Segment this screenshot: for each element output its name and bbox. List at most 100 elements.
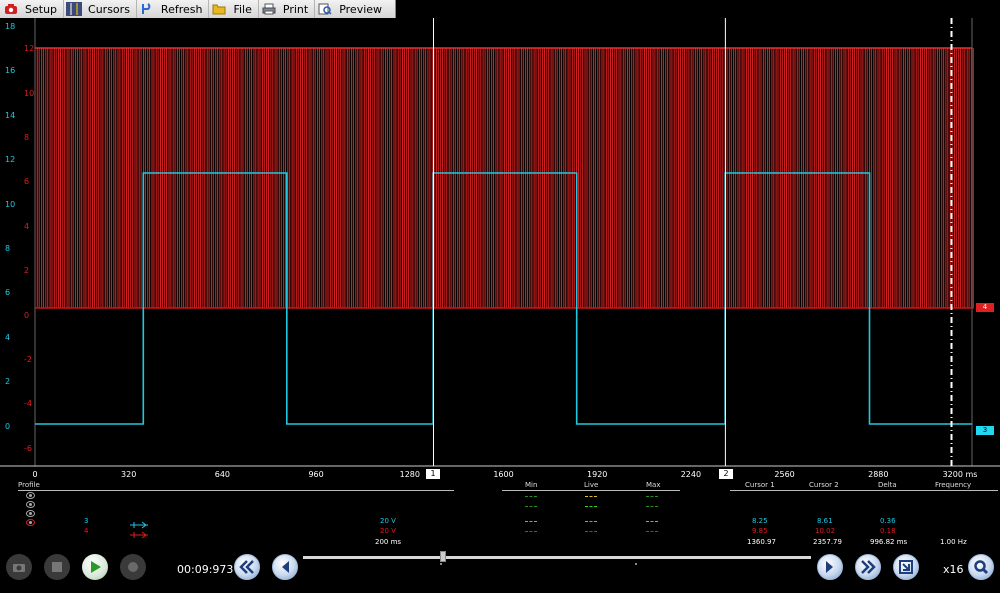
print-button[interactable]: Print	[259, 0, 316, 18]
axis-label-red: 0	[24, 310, 30, 320]
axis-label-cyan: 18	[5, 22, 16, 31]
frequency-header: Frequency	[935, 481, 972, 489]
double-chevron-right-icon	[861, 560, 876, 574]
axis-label-cyan: 10	[5, 199, 16, 209]
timebase-scale: 200 ms	[375, 538, 402, 546]
ch3-scale: 20 V	[380, 517, 396, 525]
preview-button[interactable]: Preview	[315, 0, 388, 18]
frequency-value: 1.00 Hz	[940, 538, 967, 546]
time-tick-label: 0	[32, 470, 38, 479]
ch4-live-dash	[585, 531, 597, 532]
chevron-left-icon	[282, 561, 289, 573]
cursors-icon	[66, 2, 83, 16]
setup-icon	[3, 2, 19, 16]
time-tick-label: 2240	[680, 470, 702, 479]
time-tick-label: 2880	[868, 470, 889, 479]
ch4-cursor2: 10.02	[815, 527, 836, 535]
fit-view-button[interactable]	[893, 554, 919, 580]
channel-3-marker[interactable]: 3	[976, 426, 994, 435]
delta-header: Delta	[878, 481, 897, 489]
measurement-panel: Profile Min Live Max Cursor 1 Cursor 2 D…	[0, 480, 1000, 550]
double-chevron-left-icon	[239, 560, 254, 574]
channel-4-trace	[35, 47, 974, 309]
visibility-eye-icon[interactable]	[26, 501, 35, 508]
time-cursor1: 1360.97	[747, 538, 776, 546]
play-icon	[91, 561, 101, 573]
playback-slider-thumb[interactable]	[440, 551, 446, 562]
ch4-max-dash	[646, 531, 658, 532]
ch2-min-dash	[525, 506, 537, 507]
toolbar: Setup Cursors Refresh File Print Preview	[0, 0, 396, 18]
play-button[interactable]	[82, 554, 108, 580]
cursor2-marker[interactable]: 2	[719, 469, 733, 479]
cursor1-marker[interactable]: 1	[426, 469, 440, 479]
zoom-level: x16	[943, 563, 964, 576]
live-header: Live	[584, 481, 599, 489]
ch2-live-dash	[585, 506, 597, 507]
step-back-button[interactable]	[272, 554, 298, 580]
step-forward-button[interactable]	[817, 554, 843, 580]
max-header: Max	[646, 481, 661, 489]
stats-divider	[502, 490, 680, 491]
axis-label-cyan: 16	[5, 66, 16, 76]
print-preview-icon	[317, 2, 333, 16]
cursor1-header: Cursor 1	[745, 481, 775, 489]
rewind-start-button[interactable]	[234, 554, 260, 580]
axis-label-cyan: 4	[5, 332, 11, 342]
cursor2-header: Cursor 2	[809, 481, 839, 489]
zoom-button[interactable]	[968, 554, 994, 580]
channel-4-marker[interactable]: 4	[976, 303, 994, 312]
axis-label-cyan: 0	[5, 421, 11, 431]
profile-divider	[18, 490, 454, 491]
folder-icon	[211, 2, 227, 16]
slider-tick	[440, 563, 442, 565]
axis-label-red: 10	[24, 88, 35, 98]
ch1-max-dash	[646, 496, 658, 497]
time-tick-label: 2560	[774, 470, 795, 479]
cursor-divider	[730, 490, 998, 491]
fast-forward-button[interactable]	[855, 554, 881, 580]
visibility-eye-icon[interactable]	[26, 492, 35, 499]
chevron-right-icon	[826, 561, 833, 573]
axis-label-red: 8	[24, 133, 30, 142]
axis-label-red: 6	[24, 177, 30, 187]
ch3-delta: 0.36	[880, 517, 896, 525]
axis-label-red: 12	[24, 44, 35, 54]
visibility-eye-icon[interactable]	[26, 510, 35, 517]
record-icon	[128, 562, 138, 572]
axis-label-red: -6	[24, 443, 32, 453]
file-button[interactable]: File	[209, 0, 259, 18]
camera-button[interactable]	[6, 554, 32, 580]
camera-icon	[13, 564, 25, 572]
timecode: 00:09:973	[177, 563, 234, 576]
ch3-live-dash	[585, 521, 597, 522]
axis-label-cyan: 2	[5, 377, 11, 387]
axis-label-red: -4	[24, 399, 32, 409]
stop-button[interactable]	[44, 554, 70, 580]
setup-button[interactable]: Setup	[0, 0, 65, 18]
cursors-button[interactable]: Cursors	[64, 0, 137, 18]
ch3-cursor2: 8.61	[817, 517, 833, 525]
axis-label-cyan: 8	[5, 244, 11, 253]
ch1-min-dash	[525, 496, 537, 497]
ch4-scale: 20 V	[380, 527, 396, 535]
ch4-min-dash	[525, 531, 537, 532]
playback-controls: 00:09:973 x16	[0, 548, 1000, 593]
time-tick-label: 1600	[493, 470, 514, 479]
ch3-number: 3	[84, 517, 89, 525]
waveform-plot	[0, 18, 1000, 467]
ch3-min-dash	[525, 521, 537, 522]
axis-label-red: 4	[24, 221, 30, 231]
printer-icon	[261, 2, 277, 16]
axis-label-cyan: 14	[5, 110, 16, 120]
time-cursor2: 2357.79	[813, 538, 842, 546]
axis-label-red: 2	[24, 266, 30, 276]
visibility-eye-icon[interactable]	[26, 519, 35, 526]
ch4-probe-icon[interactable]	[130, 525, 150, 544]
record-button[interactable]	[120, 554, 146, 580]
time-tick-label: 320	[121, 470, 137, 479]
playback-slider-track[interactable]	[303, 556, 811, 559]
refresh-button[interactable]: Refresh	[137, 0, 210, 18]
time-tick-label: 3200 ms	[942, 470, 978, 479]
ch1-live-dash	[585, 496, 597, 497]
